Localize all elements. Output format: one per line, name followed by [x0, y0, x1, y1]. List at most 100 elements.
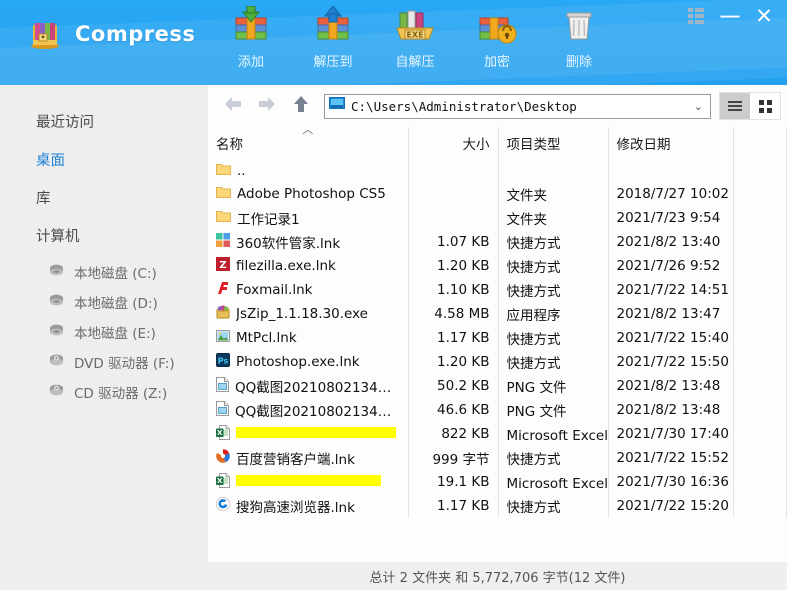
- cell-name: X: [208, 470, 408, 494]
- cell-date: 2021/7/22 14:51: [608, 278, 733, 302]
- toolbar-button-extract-to[interactable]: 解压到: [292, 6, 374, 70]
- foxmail-icon: [216, 281, 230, 299]
- table-row[interactable]: JsZip_1.1.18.30.exe4.58 MB应用程序2021/8/2 1…: [208, 302, 787, 326]
- cell-type: Microsoft Excel 工作...: [498, 470, 608, 494]
- cell-name: 工作记录1: [208, 206, 408, 230]
- cell-type: 快捷方式: [498, 446, 608, 470]
- encrypt-lock-icon: [476, 6, 518, 48]
- cell-spacer: [733, 230, 787, 254]
- column-header-date[interactable]: 修改日期: [608, 127, 733, 160]
- sidebar-item-drive-z[interactable]: CD 驱动器 (Z:): [48, 377, 208, 407]
- sidebar-item-drive-d[interactable]: 本地磁盘 (D:): [48, 287, 208, 317]
- sidebar-item-recent[interactable]: 最近访问: [36, 103, 208, 141]
- column-header-spacer: [733, 127, 787, 160]
- delete-trash-icon: [558, 6, 600, 48]
- cell-spacer: [733, 278, 787, 302]
- file-name: QQ截图20210802134817.png: [235, 400, 400, 420]
- sidebar-item-computer[interactable]: 计算机: [36, 217, 208, 255]
- tile-view-icon[interactable]: [750, 93, 780, 119]
- hard-disk-icon: [48, 293, 65, 311]
- file-table-header: ︿ 名称 大小 项目类型 修改日期: [208, 127, 787, 160]
- cell-spacer: [733, 446, 787, 470]
- status-text: 总计 2 文件夹 和 5,772,706 字节(12 文件): [370, 567, 626, 586]
- table-row[interactable]: 百度营销客户端.lnk999 字节快捷方式2021/7/22 15:52: [208, 446, 787, 470]
- table-row[interactable]: 工作记录1文件夹2021/7/23 9:54: [208, 206, 787, 230]
- table-row[interactable]: 搜狗高速浏览器.lnk1.17 KB快捷方式2021/7/22 15:20: [208, 494, 787, 518]
- app-header: Compress 添加: [0, 0, 787, 85]
- baidu-icon: [216, 449, 230, 467]
- cell-size: 1.10 KB: [408, 278, 498, 302]
- list-view-icon[interactable]: [720, 93, 750, 119]
- table-row[interactable]: QQ截图20210802134817.png46.6 KBPNG 文件2021/…: [208, 398, 787, 422]
- cell-type: 快捷方式: [498, 326, 608, 350]
- cell-spacer: [733, 350, 787, 374]
- toolbar-button-delete[interactable]: 删除: [538, 6, 620, 70]
- table-row[interactable]: QQ截图20210802134811.png50.2 KBPNG 文件2021/…: [208, 374, 787, 398]
- desktop-monitor-icon: [329, 97, 345, 116]
- sidebar-item-drive-e[interactable]: 本地磁盘 (E:): [48, 317, 208, 347]
- chevron-down-icon[interactable]: ⌄: [694, 100, 706, 113]
- cell-spacer: [733, 160, 787, 182]
- cell-size: [408, 160, 498, 182]
- path-input[interactable]: C:\Users\Administrator\Desktop ⌄: [324, 94, 711, 119]
- add-archive-icon: [230, 6, 272, 48]
- forward-button[interactable]: [250, 91, 284, 121]
- column-header-name[interactable]: ︿ 名称: [208, 127, 408, 160]
- sfx-exe-icon: EXE: [394, 6, 436, 48]
- cell-type: 应用程序: [498, 302, 608, 326]
- sort-ascending-icon: ︿: [302, 127, 313, 137]
- cell-date: 2021/7/30 17:40: [608, 422, 733, 446]
- file-name: Foxmail.lnk: [236, 282, 312, 298]
- cell-date: 2021/8/2 13:40: [608, 230, 733, 254]
- cell-name: ..: [208, 160, 408, 182]
- sidebar-item-drive-c[interactable]: 本地磁盘 (C:): [48, 257, 208, 287]
- close-icon[interactable]: ✕: [749, 2, 779, 30]
- sidebar-drive-label: CD 驱动器 (Z:): [74, 382, 167, 402]
- cell-date: 2021/7/22 15:50: [608, 350, 733, 374]
- table-row[interactable]: MtPcl.lnk1.17 KB快捷方式2021/7/22 15:40: [208, 326, 787, 350]
- table-row[interactable]: 360软件管家.lnk1.07 KB快捷方式2021/8/2 13:40: [208, 230, 787, 254]
- toolbar-button-sfx[interactable]: EXE 自解压: [374, 6, 456, 70]
- filezilla-icon: Z: [216, 257, 230, 275]
- table-row[interactable]: Foxmail.lnk1.10 KB快捷方式2021/7/22 14:51: [208, 278, 787, 302]
- hard-disk-icon: [48, 323, 65, 341]
- table-row[interactable]: Zfilezilla.exe.lnk1.20 KB快捷方式2021/7/26 9…: [208, 254, 787, 278]
- file-table: ︿ 名称 大小 项目类型 修改日期 ..Adobe Photoshop CS5文…: [208, 127, 787, 518]
- sidebar-item-desktop[interactable]: 桌面: [36, 141, 208, 179]
- cell-date: 2021/8/2 13:47: [608, 302, 733, 326]
- back-button[interactable]: [216, 91, 250, 121]
- table-row[interactable]: X822 KBMicrosoft Excel 工作...2021/7/30 17…: [208, 422, 787, 446]
- toolbar-button-encrypt[interactable]: 加密: [456, 6, 538, 70]
- sidebar-drive-label: DVD 驱动器 (F:): [74, 352, 175, 372]
- table-row[interactable]: X19.1 KBMicrosoft Excel 工作...2021/7/30 1…: [208, 470, 787, 494]
- column-header-size[interactable]: 大小: [408, 127, 498, 160]
- cell-spacer: [733, 206, 787, 230]
- table-row[interactable]: PsPhotoshop.exe.lnk1.20 KB快捷方式2021/7/22 …: [208, 350, 787, 374]
- sidebar-item-drive-f[interactable]: DVD 驱动器 (F:): [48, 347, 208, 377]
- cell-date: 2021/7/26 9:52: [608, 254, 733, 278]
- folder-icon: [216, 209, 231, 227]
- table-row[interactable]: Adobe Photoshop CS5文件夹2018/7/27 10:02: [208, 182, 787, 206]
- hard-disk-icon: [48, 263, 65, 281]
- minimize-glyph: —: [721, 7, 740, 26]
- extract-to-icon: [312, 6, 354, 48]
- cell-size: 19.1 KB: [408, 470, 498, 494]
- sogou-icon: [216, 497, 230, 515]
- menu-list-icon[interactable]: [681, 2, 711, 30]
- toolbar-button-add[interactable]: 添加: [210, 6, 292, 70]
- status-bar: 总计 2 文件夹 和 5,772,706 字节(12 文件): [208, 562, 787, 590]
- 360-app-icon: [216, 233, 230, 251]
- arrow-up-icon: [291, 94, 311, 119]
- optical-drive-icon: [48, 353, 65, 371]
- excel-file-icon: X: [216, 473, 230, 492]
- cell-spacer: [733, 326, 787, 350]
- redaction-highlight: [236, 427, 396, 438]
- column-header-type[interactable]: 项目类型: [498, 127, 608, 160]
- up-button[interactable]: [284, 91, 318, 121]
- cell-spacer: [733, 470, 787, 494]
- sidebar-item-library[interactable]: 库: [36, 179, 208, 217]
- cell-size: 1.20 KB: [408, 350, 498, 374]
- minimize-icon[interactable]: —: [715, 2, 745, 30]
- table-row[interactable]: ..: [208, 160, 787, 182]
- file-list[interactable]: ︿ 名称 大小 项目类型 修改日期 ..Adobe Photoshop CS5文…: [208, 127, 787, 562]
